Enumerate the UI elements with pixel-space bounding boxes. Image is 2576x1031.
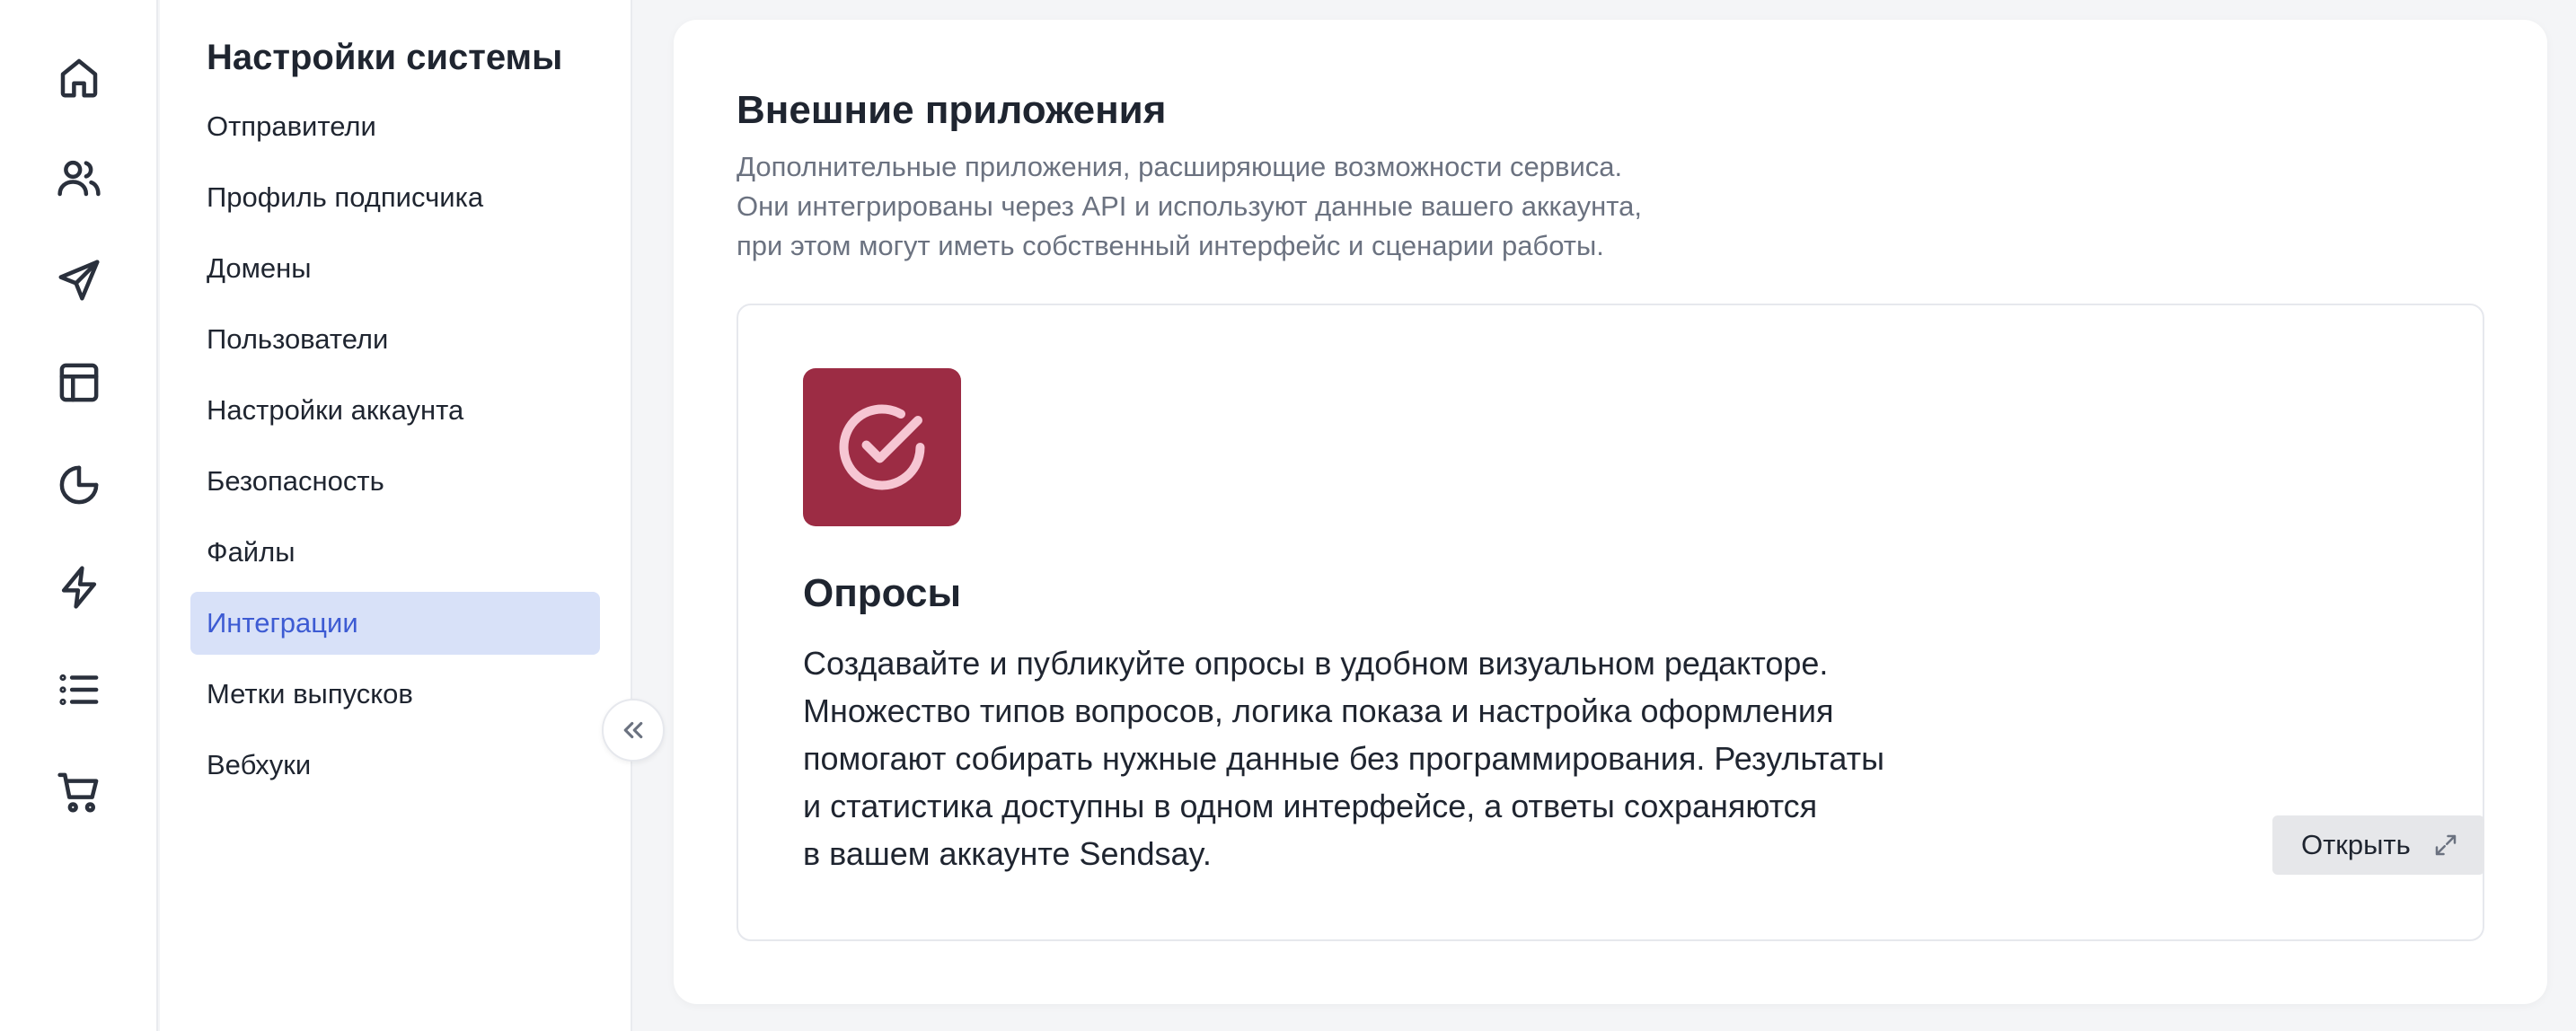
app-description: Создавайте и публикуйте опросы в удобном… xyxy=(803,639,1971,877)
sidebar-item-subscriber-profile[interactable]: Профиль подписчика xyxy=(190,166,600,229)
app-name: Опросы xyxy=(803,571,962,615)
sidebar-item-webhooks[interactable]: Вебхуки xyxy=(190,734,600,797)
send-icon[interactable] xyxy=(52,253,106,307)
lightning-icon[interactable] xyxy=(52,560,106,614)
users-icon[interactable] xyxy=(52,151,106,205)
app-description-line: Множество типов вопросов, логика показа … xyxy=(803,692,1834,729)
expand-icon xyxy=(2432,832,2459,859)
home-icon[interactable] xyxy=(52,50,106,104)
check-circle-icon xyxy=(839,404,925,490)
app-description-line: Создавайте и публикуйте опросы в удобном… xyxy=(803,645,1829,682)
chevrons-left-icon xyxy=(623,721,643,739)
sidebar-item-domains[interactable]: Домены xyxy=(190,237,600,300)
app-logo xyxy=(803,368,961,526)
page-description-line: Дополнительные приложения, расширяющие в… xyxy=(737,151,1623,182)
app-card-surveys: Опросы Создавайте и публикуйте опросы в … xyxy=(737,304,2484,941)
page-description-line: Они интегрированы через API и используют… xyxy=(737,190,1642,222)
page-title: Внешние приложения xyxy=(737,88,1167,132)
sidebar-item-release-tags[interactable]: Метки выпусков xyxy=(190,663,600,726)
layout-icon[interactable] xyxy=(52,356,106,410)
page-description-line: при этом могут иметь собственный интерфе… xyxy=(737,230,1604,261)
settings-sidebar: Настройки системы Отправители Профиль по… xyxy=(160,0,632,1031)
main-card: Внешние приложения Дополнительные прилож… xyxy=(674,20,2547,1004)
pie-chart-icon[interactable] xyxy=(52,458,106,512)
sidebar-item-security[interactable]: Безопасность xyxy=(190,450,600,513)
sidebar-item-integrations[interactable]: Интеграции xyxy=(190,592,600,655)
page-description: Дополнительные приложения, расширяющие в… xyxy=(737,147,1725,266)
collapse-sidebar-button[interactable] xyxy=(602,699,665,762)
list-icon[interactable] xyxy=(52,663,106,717)
sidebar-item-senders[interactable]: Отправители xyxy=(190,95,600,158)
sidebar-item-files[interactable]: Файлы xyxy=(190,521,600,584)
sidebar-item-users[interactable]: Пользователи xyxy=(190,308,600,371)
open-button-label: Открыть xyxy=(2301,829,2411,860)
app-description-line: помогают собирать нужные данные без прог… xyxy=(803,740,1884,777)
sidebar-item-account-settings[interactable]: Настройки аккаунта xyxy=(190,379,600,442)
icon-rail xyxy=(0,0,158,1031)
open-button[interactable]: Открыть xyxy=(2272,815,2484,875)
app-description-line: в вашем аккаунте Sendsay. xyxy=(803,835,1212,872)
cart-icon[interactable] xyxy=(52,765,106,819)
app-description-line: и статистика доступны в одном интерфейсе… xyxy=(803,788,1818,824)
sidebar-title: Настройки системы xyxy=(207,38,563,77)
